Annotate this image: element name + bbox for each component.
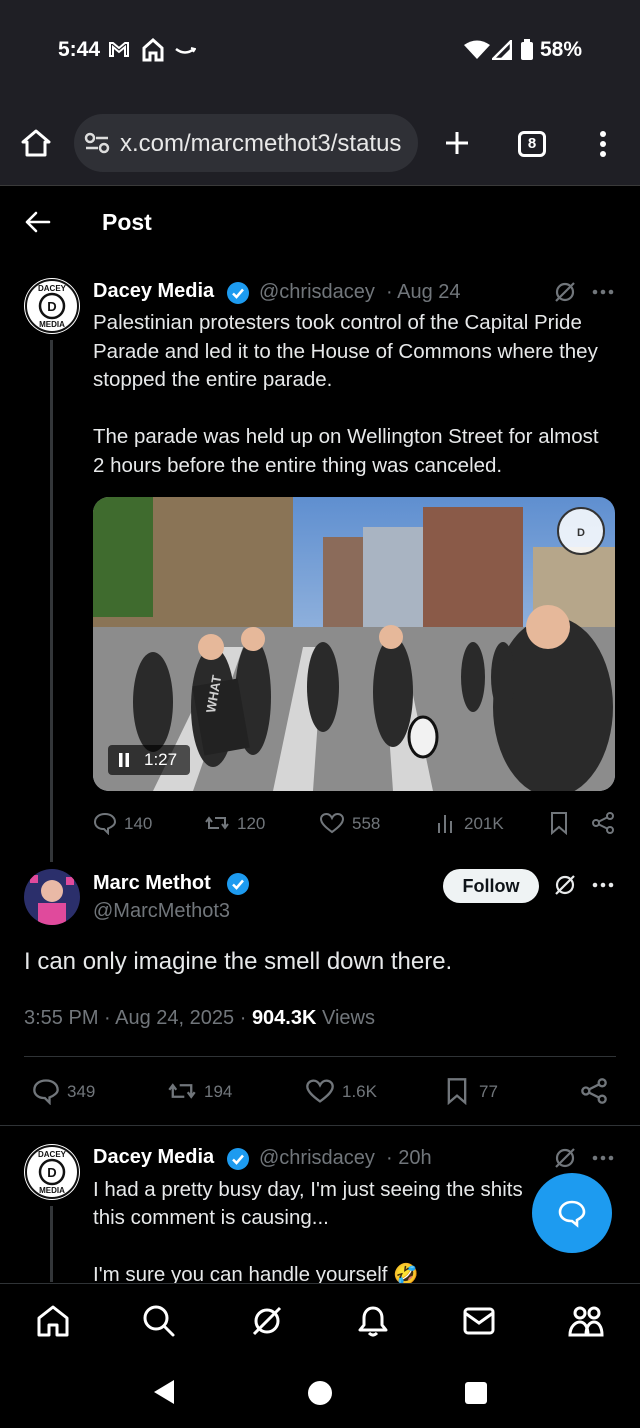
avatar[interactable] — [24, 869, 80, 925]
share-icon[interactable] — [580, 1077, 608, 1105]
grok-nav-icon[interactable] — [250, 1304, 284, 1338]
back-arrow-icon[interactable] — [24, 210, 52, 234]
site-settings-icon[interactable] — [84, 132, 110, 154]
pause-icon[interactable] — [118, 753, 130, 767]
bottom-navigation — [0, 1283, 640, 1361]
recents-icon[interactable] — [464, 1381, 488, 1405]
author-handle[interactable]: @chrisdacey — [259, 281, 375, 304]
tweet-text-second: The parade was held up on Wellington Str… — [93, 425, 599, 477]
svg-text:D: D — [47, 299, 56, 314]
repost-count: 194 — [204, 1082, 233, 1101]
amazon-icon — [174, 46, 196, 58]
repost-icon[interactable] — [204, 811, 230, 835]
repost-count: 120 — [237, 814, 266, 833]
browser-menu-icon[interactable] — [598, 130, 608, 158]
page-title: Post — [102, 209, 152, 235]
notifications-icon[interactable] — [356, 1304, 390, 1338]
thread-line — [50, 1206, 53, 1282]
reply-count: 349 — [67, 1082, 96, 1101]
tab-switcher-button[interactable]: 8 — [518, 131, 546, 157]
more-options-icon[interactable] — [592, 289, 614, 295]
avatar[interactable]: D DACEY MEDIA — [24, 278, 80, 334]
home-icon[interactable] — [36, 1304, 70, 1338]
thread-line — [50, 340, 53, 862]
grok-icon[interactable] — [553, 873, 577, 897]
battery-icon — [520, 39, 534, 61]
svg-text:DACEY: DACEY — [38, 284, 67, 293]
author-handle[interactable]: @chrisdacey — [259, 1147, 375, 1170]
views-count: 904.3K — [251, 1007, 317, 1029]
tweet-date[interactable]: · Aug 24 — [386, 281, 461, 304]
author-name[interactable]: Dacey Media — [93, 280, 214, 303]
views-label: Views — [322, 1007, 375, 1029]
more-options-icon[interactable] — [592, 1155, 614, 1161]
tweet-timestamp[interactable]: 3:55 PM · Aug 24, 2025 · — [24, 1007, 246, 1029]
video-controls[interactable]: 1:27 — [108, 745, 190, 775]
browser-home-icon[interactable] — [20, 128, 52, 158]
chat-bubble-icon — [556, 1197, 588, 1229]
home-button-icon[interactable] — [306, 1379, 334, 1407]
url-text[interactable]: x.com/marcmethot3/status — [120, 130, 401, 158]
like-count: 1.6K — [342, 1082, 377, 1101]
gmail-icon — [108, 40, 130, 58]
verified-badge-icon — [226, 281, 250, 305]
tweet-date[interactable]: · 20h — [386, 1147, 432, 1170]
tweet-meta: 3:55 PM · Aug 24, 2025 · 904.3K Views — [24, 1007, 375, 1030]
tweet-text: Palestinian protesters took control of t… — [93, 311, 598, 391]
author-handle[interactable]: @MarcMethot3 — [93, 900, 230, 923]
messages-icon[interactable] — [462, 1306, 496, 1336]
repost-icon[interactable] — [167, 1077, 197, 1105]
tweet-text: I can only imagine the smell down there. — [24, 948, 453, 975]
wifi-icon — [464, 40, 490, 60]
browser-toolbar: x.com/marcmethot3/status 8 — [0, 100, 640, 186]
bookmark-icon[interactable] — [549, 811, 569, 835]
author-name[interactable]: Dacey Media — [93, 1146, 214, 1169]
reply-icon[interactable] — [93, 811, 117, 835]
address-bar[interactable]: x.com/marcmethot3/status — [74, 114, 418, 172]
tweet-text-line: this comment is causing... — [93, 1206, 329, 1229]
new-tab-icon[interactable] — [444, 130, 470, 156]
svg-text:DACEY: DACEY — [38, 1150, 67, 1159]
svg-text:D: D — [577, 527, 585, 539]
like-icon[interactable] — [305, 1077, 335, 1105]
divider — [0, 1125, 640, 1126]
home-app-icon — [142, 38, 164, 62]
svg-text:MEDIA: MEDIA — [39, 320, 65, 329]
follow-button[interactable]: Follow — [443, 869, 539, 903]
avatar[interactable]: D DACEY MEDIA — [24, 1144, 80, 1200]
reply-count: 140 — [124, 814, 153, 833]
verified-badge-icon — [226, 872, 250, 896]
like-count: 558 — [352, 814, 381, 833]
author-name[interactable]: Marc Methot — [93, 872, 211, 895]
search-icon[interactable] — [142, 1304, 176, 1338]
video-duration: 1:27 — [144, 750, 178, 769]
compose-reply-button[interactable] — [532, 1173, 612, 1253]
bookmark-count: 77 — [479, 1082, 498, 1101]
divider — [24, 1056, 616, 1057]
status-bar: 5:44 58% — [0, 0, 640, 100]
communities-icon[interactable] — [568, 1304, 604, 1338]
battery-percent: 58% — [540, 38, 583, 61]
status-time: 5:44 — [58, 38, 101, 61]
signal-icon — [492, 40, 512, 60]
back-icon[interactable] — [152, 1379, 176, 1405]
verified-badge-icon — [226, 1147, 250, 1171]
svg-text:MEDIA: MEDIA — [39, 1186, 65, 1195]
svg-text:D: D — [47, 1165, 56, 1180]
more-options-icon[interactable] — [592, 882, 614, 888]
grok-icon[interactable] — [553, 1146, 577, 1170]
system-navigation-bar — [0, 1361, 640, 1428]
like-icon[interactable] — [319, 811, 345, 835]
share-icon[interactable] — [591, 811, 615, 835]
bookmark-icon[interactable] — [445, 1077, 469, 1105]
grok-icon[interactable] — [553, 280, 577, 304]
views-count: 201K — [464, 814, 504, 833]
reply-icon[interactable] — [32, 1077, 60, 1105]
tweet-text: I had a pretty busy day, I'm just seeing… — [93, 1178, 523, 1201]
views-icon[interactable] — [436, 813, 458, 835]
